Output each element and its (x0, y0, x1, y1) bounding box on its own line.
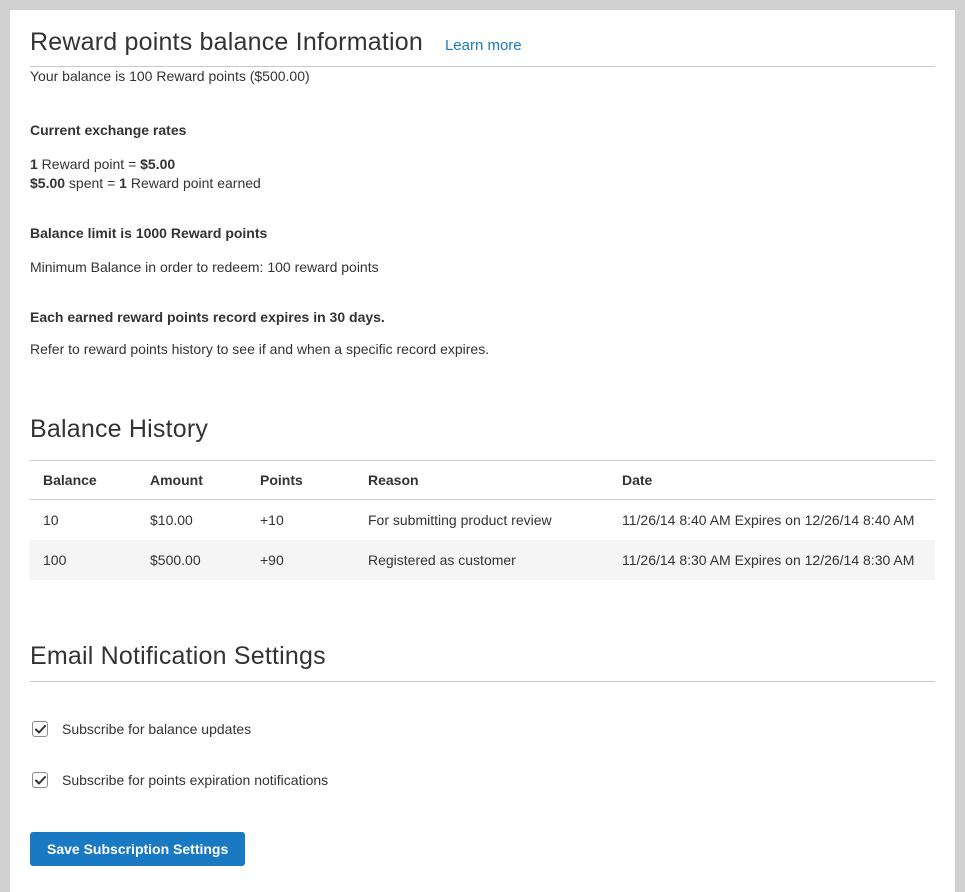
exchange-rate-line-1: 1 Reward point = $5.00 (30, 155, 935, 174)
table-head: Balance Amount Points Reason Date (30, 461, 935, 500)
cell-points: +10 (247, 500, 355, 541)
balance-history-table: Balance Amount Points Reason Date 10 $10… (30, 460, 935, 580)
cell-reason: For submitting product review (355, 500, 609, 541)
rate2-points: 1 (119, 175, 127, 191)
email-notification-title: Email Notification Settings (30, 640, 935, 672)
table-row: 10 $10.00 +10 For submitting product rev… (30, 500, 935, 541)
subscribe-expiration-notifications-option[interactable]: Subscribe for points expiration notifica… (32, 771, 935, 789)
rate1-text: Reward point = (38, 156, 140, 172)
subscribe-balance-updates-option[interactable]: Subscribe for balance updates (32, 720, 935, 738)
table-body: 10 $10.00 +10 For submitting product rev… (30, 500, 935, 581)
rate2-text1: spent = (65, 175, 119, 191)
balance-updates-checkbox[interactable] (32, 721, 48, 737)
balance-limit: Balance limit is 1000 Reward points (30, 224, 935, 243)
cell-date: 11/26/14 8:30 AM Expires on 12/26/14 8:3… (609, 540, 935, 580)
exchange-rate-line-2: $5.00 spent = 1 Reward point earned (30, 174, 935, 193)
rate2-text2: Reward point earned (127, 175, 261, 191)
rate1-value: $5.00 (140, 156, 175, 172)
cell-balance: 10 (30, 500, 137, 541)
checkmark-icon (35, 725, 46, 734)
expiration-notifications-checkbox[interactable] (32, 772, 48, 788)
checkmark-icon (35, 776, 46, 785)
cell-points: +90 (247, 540, 355, 580)
expiration-heading: Each earned reward points record expires… (30, 308, 935, 327)
exchange-rates-heading: Current exchange rates (30, 121, 935, 140)
expiration-note: Refer to reward points history to see if… (30, 340, 935, 359)
header-row: Balance Amount Points Reason Date (30, 461, 935, 500)
cell-reason: Registered as customer (355, 540, 609, 580)
balance-info-section: Your balance is 100 Reward points ($500.… (30, 67, 935, 359)
col-header-date: Date (609, 461, 935, 500)
save-subscription-settings-button[interactable]: Save Subscription Settings (30, 832, 245, 866)
col-header-amount: Amount (137, 461, 247, 500)
checkbox-label: Subscribe for points expiration notifica… (62, 771, 328, 789)
rate2-value: $5.00 (30, 175, 65, 191)
page-header: Reward points balance Information Learn … (30, 26, 935, 58)
reward-points-card: Reward points balance Information Learn … (10, 10, 955, 892)
col-header-reason: Reason (355, 461, 609, 500)
learn-more-link[interactable]: Learn more (445, 37, 522, 54)
cell-amount: $500.00 (137, 540, 247, 580)
page-title: Reward points balance Information (30, 26, 423, 58)
balance-summary: Your balance is 100 Reward points ($500.… (30, 67, 935, 86)
col-header-points: Points (247, 461, 355, 500)
checkbox-label: Subscribe for balance updates (62, 720, 251, 738)
balance-history-title: Balance History (30, 413, 935, 445)
cell-balance: 100 (30, 540, 137, 580)
minimum-balance: Minimum Balance in order to redeem: 100 … (30, 258, 935, 277)
table-row: 100 $500.00 +90 Registered as customer 1… (30, 540, 935, 580)
rate1-points: 1 (30, 156, 38, 172)
cell-date: 11/26/14 8:40 AM Expires on 12/26/14 8:4… (609, 500, 935, 541)
cell-amount: $10.00 (137, 500, 247, 541)
col-header-balance: Balance (30, 461, 137, 500)
notifications-divider (30, 681, 935, 682)
